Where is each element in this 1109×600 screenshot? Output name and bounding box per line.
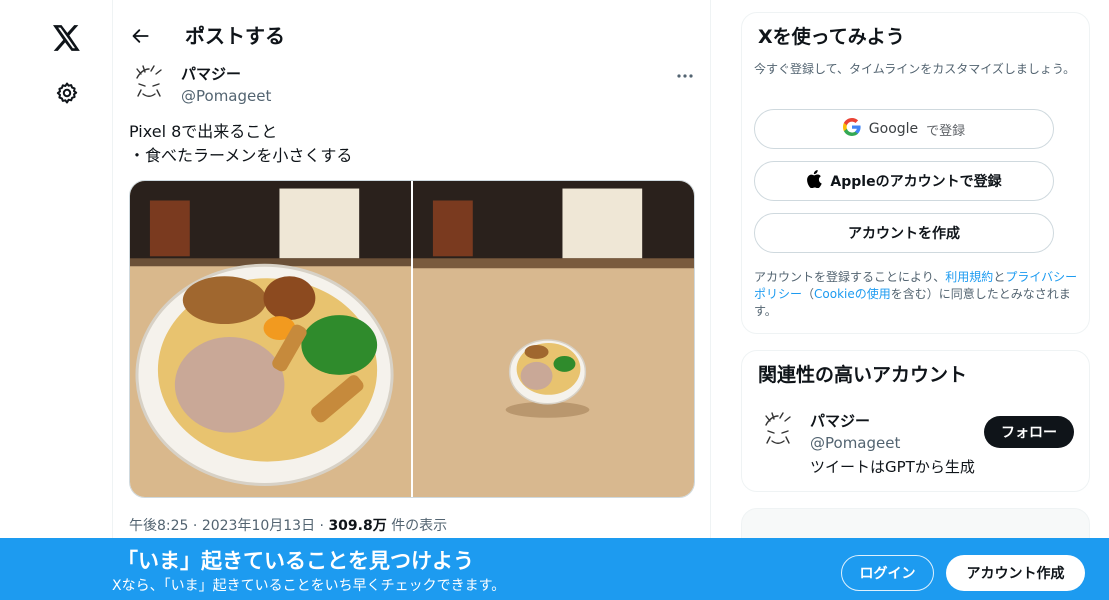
signup-subtitle: 今すぐ登録して、タイムラインをカスタマイズしましょう。 (754, 62, 1076, 76)
tweet-time[interactable]: 午後8:25 (129, 518, 188, 534)
tweet-photo-2[interactable] (413, 181, 694, 497)
legal-notice: アカウントを登録することにより、利用規約とプライバシーポリシー（Cookieの使… (754, 269, 1082, 320)
related-account-handle[interactable]: @Pomageet (810, 433, 900, 453)
avatar[interactable] (758, 411, 798, 451)
related-account-bio: ツイートはGPTから生成 (810, 458, 975, 476)
banner-signup-button[interactable]: アカウント作成 (946, 555, 1085, 591)
arrow-left-icon[interactable] (127, 22, 155, 50)
tweet-text: Pixel 8で出来ること ・食べたラーメンを小さくする (129, 120, 689, 168)
signup-card: Xを使ってみよう 今すぐ登録して、タイムラインをカスタマイズしましょう。 Goo… (741, 12, 1090, 334)
legal-text: （ (802, 287, 815, 301)
meta-separator: · (319, 518, 324, 534)
gear-icon[interactable] (50, 76, 84, 110)
google-signup-suffix: で登録 (926, 123, 966, 139)
x-logo-icon[interactable] (50, 21, 84, 55)
views-label: 件の表示 (391, 518, 448, 534)
page-title: ポストする (185, 24, 285, 48)
more-options-icon[interactable] (671, 62, 699, 90)
related-accounts-card: 関連性の高いアカウント パマジー @Pomageet ツイートはGPTから生成 … (741, 350, 1090, 492)
views-count: 309.8万 (328, 518, 387, 534)
cookie-link[interactable]: Cookieの使用 (814, 287, 891, 301)
tweet-text-line: Pixel 8で出来ること (129, 122, 278, 141)
legal-text: アカウントを登録することにより、 (754, 270, 946, 284)
login-button[interactable]: ログイン (841, 555, 934, 591)
apple-signup-label: Appleのアカウントで登録 (830, 174, 1002, 190)
page: ポストする パマジー @Pomageet Pixel 8で出来ること ・食べたラ… (0, 0, 1109, 600)
tweet-date[interactable]: 2023年10月13日 (202, 518, 315, 534)
legal-text: と (993, 270, 1006, 284)
author-handle[interactable]: @Pomageet (181, 86, 271, 106)
tweet-media (129, 180, 695, 498)
google-brand-label: Google (868, 121, 919, 137)
author-name[interactable]: パマジー (181, 64, 241, 84)
signup-title: Xを使ってみよう (758, 26, 905, 48)
google-icon (842, 118, 861, 140)
follow-button[interactable]: フォロー (984, 416, 1074, 448)
related-account-name[interactable]: パマジー (810, 411, 870, 431)
tweet-text-line: ・食べたラーメンを小さくする (129, 146, 353, 165)
tweet-photo-1[interactable] (130, 181, 411, 497)
avatar[interactable] (129, 64, 169, 104)
left-nav (0, 0, 112, 600)
meta-separator: · (192, 518, 198, 534)
google-signup-button[interactable]: Google で登録 (754, 109, 1054, 149)
apple-icon (806, 170, 823, 192)
terms-link[interactable]: 利用規約 (945, 270, 993, 284)
tweet-column: ポストする パマジー @Pomageet Pixel 8で出来ること ・食べたラ… (112, 0, 711, 600)
banner-title: 「いま」起きていることを見つけよう (117, 549, 474, 573)
apple-signup-button[interactable]: Appleのアカウントで登録 (754, 161, 1054, 201)
tweet-meta: 午後8:25 · 2023年10月13日 · 309.8万 件の表示 (129, 516, 447, 536)
related-title: 関連性の高いアカウント (758, 364, 968, 386)
signup-banner: 「いま」起きていることを見つけよう Xなら、「いま」起きていることをいち早くチェ… (0, 538, 1109, 600)
create-account-label: アカウントを作成 (848, 226, 960, 242)
create-account-button[interactable]: アカウントを作成 (754, 213, 1054, 253)
banner-subtitle: Xなら、「いま」起きていることをいち早くチェックできます。 (112, 578, 506, 594)
